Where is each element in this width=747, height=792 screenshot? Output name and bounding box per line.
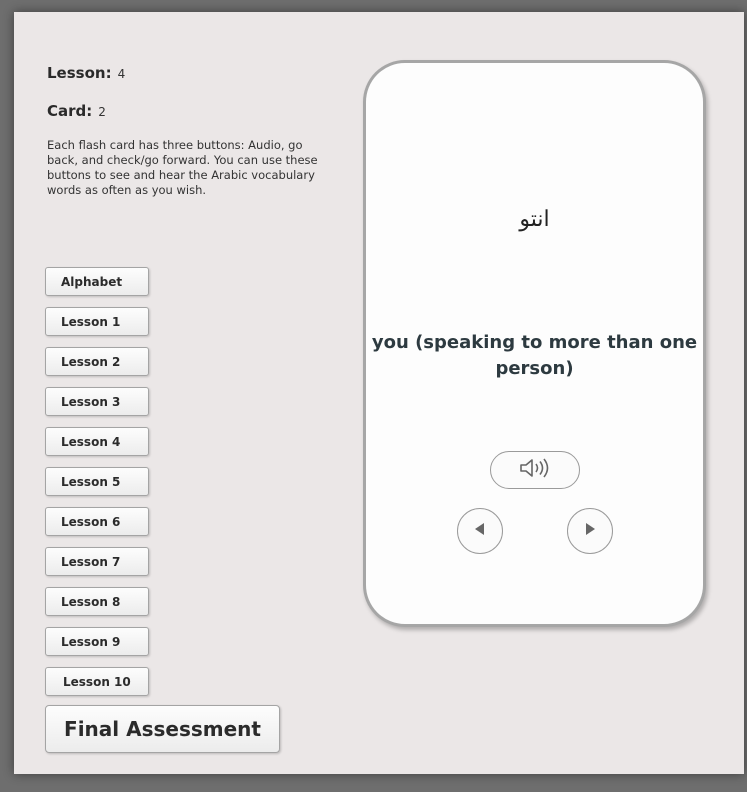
alphabet-button[interactable]: Alphabet <box>45 267 149 296</box>
lesson-6-button[interactable]: Lesson 6 <box>45 507 149 536</box>
arabic-word: انتو <box>519 207 550 232</box>
lesson-3-button[interactable]: Lesson 3 <box>45 387 149 416</box>
lesson-1-button[interactable]: Lesson 1 <box>45 307 149 336</box>
lesson-5-button[interactable]: Lesson 5 <box>45 467 149 496</box>
play-left-icon <box>470 519 490 543</box>
go-forward-button[interactable] <box>567 508 613 554</box>
main-panel: Lesson: 4 Card: 2 Each flash card has thre… <box>14 12 744 774</box>
lesson-7-button[interactable]: Lesson 7 <box>45 547 149 576</box>
card-number: 2 <box>98 105 106 119</box>
lesson-indicator: Lesson: 4 <box>47 64 125 82</box>
lesson-label: Lesson: <box>47 64 112 82</box>
lesson-10-button[interactable]: Lesson 10 <box>45 667 149 696</box>
play-right-icon <box>580 519 600 543</box>
instructions-text: Each flash card has three buttons: Audio… <box>47 138 318 197</box>
audio-button[interactable] <box>490 451 580 489</box>
english-translation: you (speaking to more than one person) <box>371 332 698 379</box>
card-indicator: Card: 2 <box>47 102 106 120</box>
lesson-4-button[interactable]: Lesson 4 <box>45 427 149 456</box>
lesson-8-button[interactable]: Lesson 8 <box>45 587 149 616</box>
lesson-number: 4 <box>117 67 126 81</box>
speaker-icon <box>515 457 555 483</box>
lesson-button-list: Alphabet Lesson 1 Lesson 2 Lesson 3 Less… <box>45 267 149 696</box>
card-label: Card: <box>47 102 93 120</box>
lesson-2-button[interactable]: Lesson 2 <box>45 347 149 376</box>
final-assessment-button[interactable]: Final Assessment <box>45 705 280 753</box>
flash-card: انتو you (speaking to more than one pers… <box>363 60 706 627</box>
go-back-button[interactable] <box>457 508 503 554</box>
lesson-9-button[interactable]: Lesson 9 <box>45 627 149 656</box>
